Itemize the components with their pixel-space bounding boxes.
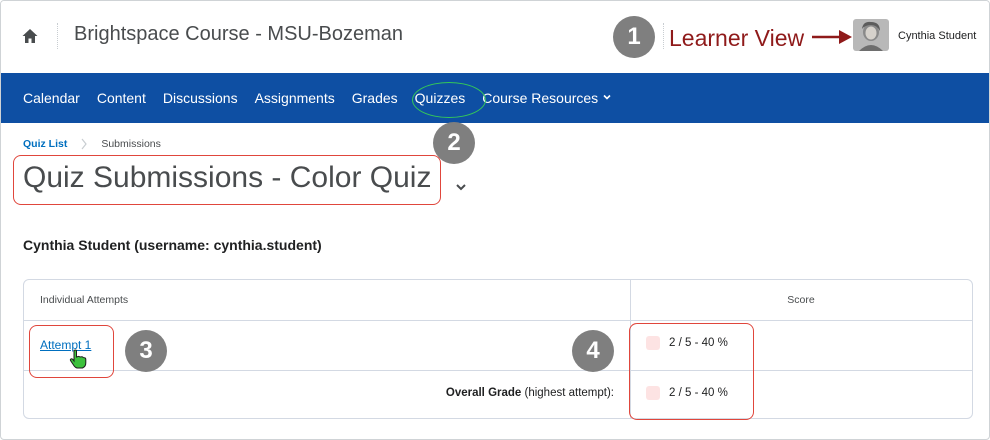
header-divider bbox=[57, 23, 58, 49]
overall-grade-label-bold: Overall Grade bbox=[445, 387, 522, 399]
nav-item-course-resources-label: Course Resources bbox=[482, 90, 599, 106]
attempt-score-text: 2 / 5 - 40 % bbox=[669, 337, 728, 349]
header-individual-attempts: Individual Attempts bbox=[40, 294, 129, 306]
nav-item-discussions[interactable]: Discussions bbox=[163, 90, 238, 106]
callout-4: 4 bbox=[572, 330, 614, 372]
course-title[interactable]: Brightspace Course - MSU-Bozeman bbox=[74, 23, 403, 46]
page-frame: Brightspace Course - MSU-Bozeman 1 Learn… bbox=[0, 0, 990, 440]
callout-1: 1 bbox=[613, 16, 655, 58]
score-badge bbox=[646, 336, 660, 350]
breadcrumb-quiz-list-link[interactable]: Quiz List bbox=[23, 138, 67, 150]
overall-grade-label: Overall Grade (highest attempt): bbox=[24, 387, 614, 399]
nav-item-calendar[interactable]: Calendar bbox=[23, 90, 80, 106]
score-badge bbox=[646, 386, 660, 400]
top-bar: Brightspace Course - MSU-Bozeman 1 Learn… bbox=[1, 1, 989, 73]
chevron-down-icon bbox=[603, 94, 611, 100]
arrow-right-icon bbox=[812, 30, 852, 44]
learner-view-annotation: Learner View bbox=[669, 25, 805, 51]
chevron-down-icon[interactable] bbox=[453, 179, 469, 195]
overall-grade-label-rest: (highest attempt): bbox=[521, 387, 615, 399]
nav-item-course-resources[interactable]: Course Resources bbox=[482, 90, 611, 106]
chevron-right-icon bbox=[81, 138, 88, 150]
overall-score-text: 2 / 5 - 40 % bbox=[669, 387, 728, 399]
nav-item-grades[interactable]: Grades bbox=[352, 90, 398, 106]
avatar[interactable] bbox=[853, 19, 889, 51]
page-title: Quiz Submissions - Color Quiz bbox=[23, 161, 432, 194]
breadcrumb: Quiz List Submissions bbox=[23, 138, 161, 150]
nav-item-quizzes[interactable]: Quizzes bbox=[415, 90, 466, 106]
breadcrumb-current: Submissions bbox=[101, 138, 161, 150]
attempt-score: 2 / 5 - 40 % bbox=[646, 336, 728, 350]
table-header-row: Individual Attempts Score bbox=[24, 280, 972, 321]
overall-score: 2 / 5 - 40 % bbox=[646, 386, 728, 400]
table-row: Overall Grade (highest attempt): 2 / 5 -… bbox=[24, 370, 972, 418]
hand-pointer-icon bbox=[69, 349, 87, 369]
nav-item-content[interactable]: Content bbox=[97, 90, 146, 106]
callout-3: 3 bbox=[125, 330, 167, 372]
home-icon[interactable] bbox=[21, 27, 39, 45]
header-divider bbox=[663, 23, 664, 49]
student-heading: Cynthia Student (username: cynthia.stude… bbox=[23, 237, 322, 253]
callout-2: 2 bbox=[433, 122, 475, 164]
header-score: Score bbox=[787, 294, 815, 306]
course-navbar: Calendar Content Discussions Assignments… bbox=[1, 73, 989, 123]
user-name[interactable]: Cynthia Student bbox=[898, 30, 976, 42]
nav-item-assignments[interactable]: Assignments bbox=[255, 90, 335, 106]
